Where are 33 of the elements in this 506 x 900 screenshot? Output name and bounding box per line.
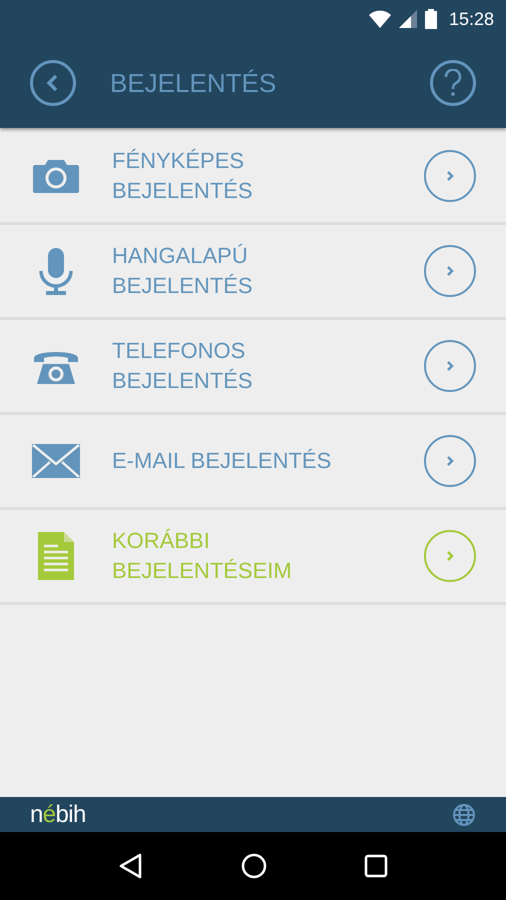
chevron-icon	[446, 360, 454, 372]
help-button[interactable]	[430, 60, 476, 106]
battery-icon	[424, 9, 437, 29]
item-label: KORÁBBI BEJELENTÉSEIM	[112, 527, 293, 585]
item-label: TELEFONOS BEJELENTÉS	[112, 337, 254, 395]
menu-item[interactable]: TELEFONOS BEJELENTÉS	[0, 320, 506, 415]
item-label: E-MAIL BEJELENTÉS	[112, 447, 332, 475]
back-button[interactable]	[30, 60, 76, 106]
home-icon[interactable]	[240, 853, 267, 879]
chevron-button[interactable]	[424, 530, 476, 582]
menu-item[interactable]: E-MAIL BEJELENTÉS	[0, 415, 506, 510]
chevron-button[interactable]	[424, 150, 476, 202]
wifi-icon	[368, 10, 391, 28]
chevron-icon	[446, 170, 454, 182]
recents-icon[interactable]	[364, 854, 388, 878]
chevron-icon	[446, 455, 454, 467]
chevron-button[interactable]	[424, 245, 476, 297]
signal-icon	[398, 10, 417, 28]
chevron-icon	[446, 550, 454, 562]
item-label: HANGALAPÚ BEJELENTÉS	[112, 242, 254, 300]
chevron-button[interactable]	[424, 340, 476, 392]
page-title: BEJELENTÉS	[110, 66, 278, 100]
chevron-button[interactable]	[424, 435, 476, 487]
logo: nébih	[30, 802, 86, 826]
menu-item[interactable]: FÉNYKÉPES BEJELENTÉS	[0, 130, 506, 225]
chevron-icon	[446, 265, 454, 277]
help-icon	[444, 69, 462, 97]
item-label: FÉNYKÉPES BEJELENTÉS	[112, 147, 254, 205]
back-icon[interactable]	[118, 852, 144, 880]
menu-item[interactable]: KORÁBBI BEJELENTÉSEIM	[0, 510, 506, 605]
clock: 15:28	[448, 8, 494, 30]
menu-item[interactable]: HANGALAPÚ BEJELENTÉS	[0, 225, 506, 320]
globe-icon[interactable]	[452, 802, 476, 826]
